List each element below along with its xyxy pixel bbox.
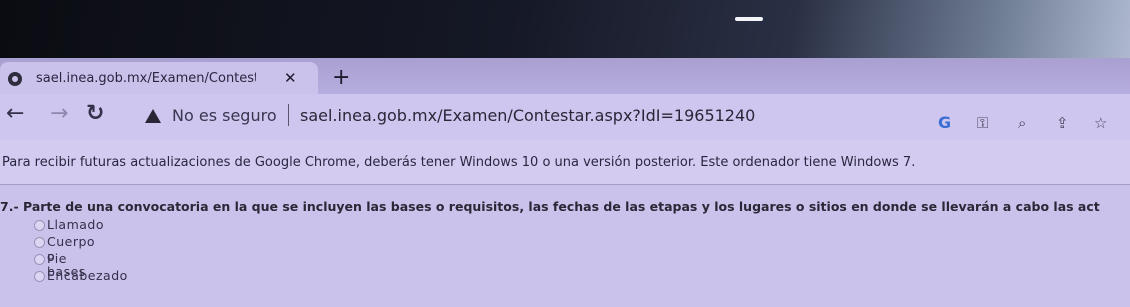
browser-tab[interactable]: sael.inea.gob.mx/Examen/Contesta ✕ [0,62,318,94]
question-text: 7.- Parte de una convocatoria en la que … [0,199,1130,214]
google-icon[interactable]: G [938,113,951,132]
radio-button[interactable] [34,220,45,231]
tab-title: sael.inea.gob.mx/Examen/Contesta [36,71,256,86]
exam-content: 7.- Parte de una convocatoria en la que … [0,185,1130,307]
security-label[interactable]: No es seguro [172,106,277,125]
monitor-bezel [0,0,1130,58]
screen-glare [735,17,763,21]
url-separator [288,104,289,126]
browser-toolbar: ← → ↻ No es seguro sael.inea.gob.mx/Exam… [0,94,1130,140]
tab-strip: sael.inea.gob.mx/Examen/Contesta ✕ + [0,58,1130,94]
option-label[interactable]: Pie [47,251,67,266]
radio-button[interactable] [34,254,45,265]
infobar-message: Para recibir futuras actualizaciones de … [2,155,916,170]
update-infobar: Para recibir futuras actualizaciones de … [0,140,1130,185]
new-tab-icon[interactable]: + [332,67,350,89]
star-icon[interactable]: ☆ [1094,114,1107,132]
question-number: 7.- [0,199,19,214]
close-tab-icon[interactable]: ✕ [284,69,297,87]
globe-icon [8,72,22,86]
option-label[interactable]: Encabezado [47,268,128,283]
option-label[interactable]: Llamado [47,217,104,232]
back-arrow-icon[interactable]: ← [6,103,24,125]
forward-arrow-icon[interactable]: → [50,103,68,125]
reload-icon[interactable]: ↻ [86,103,104,125]
address-bar-url[interactable]: sael.inea.gob.mx/Examen/Contestar.aspx?I… [300,106,755,125]
key-icon[interactable]: ⚿ [977,114,988,132]
warning-icon[interactable] [145,109,161,123]
radio-button[interactable] [34,271,45,282]
share-icon[interactable]: ⇪ [1056,114,1069,132]
radio-button[interactable] [34,237,45,248]
zoom-icon[interactable]: ⌕ [1018,114,1026,132]
question-body: Parte de una convocatoria en la que se i… [23,199,1100,214]
